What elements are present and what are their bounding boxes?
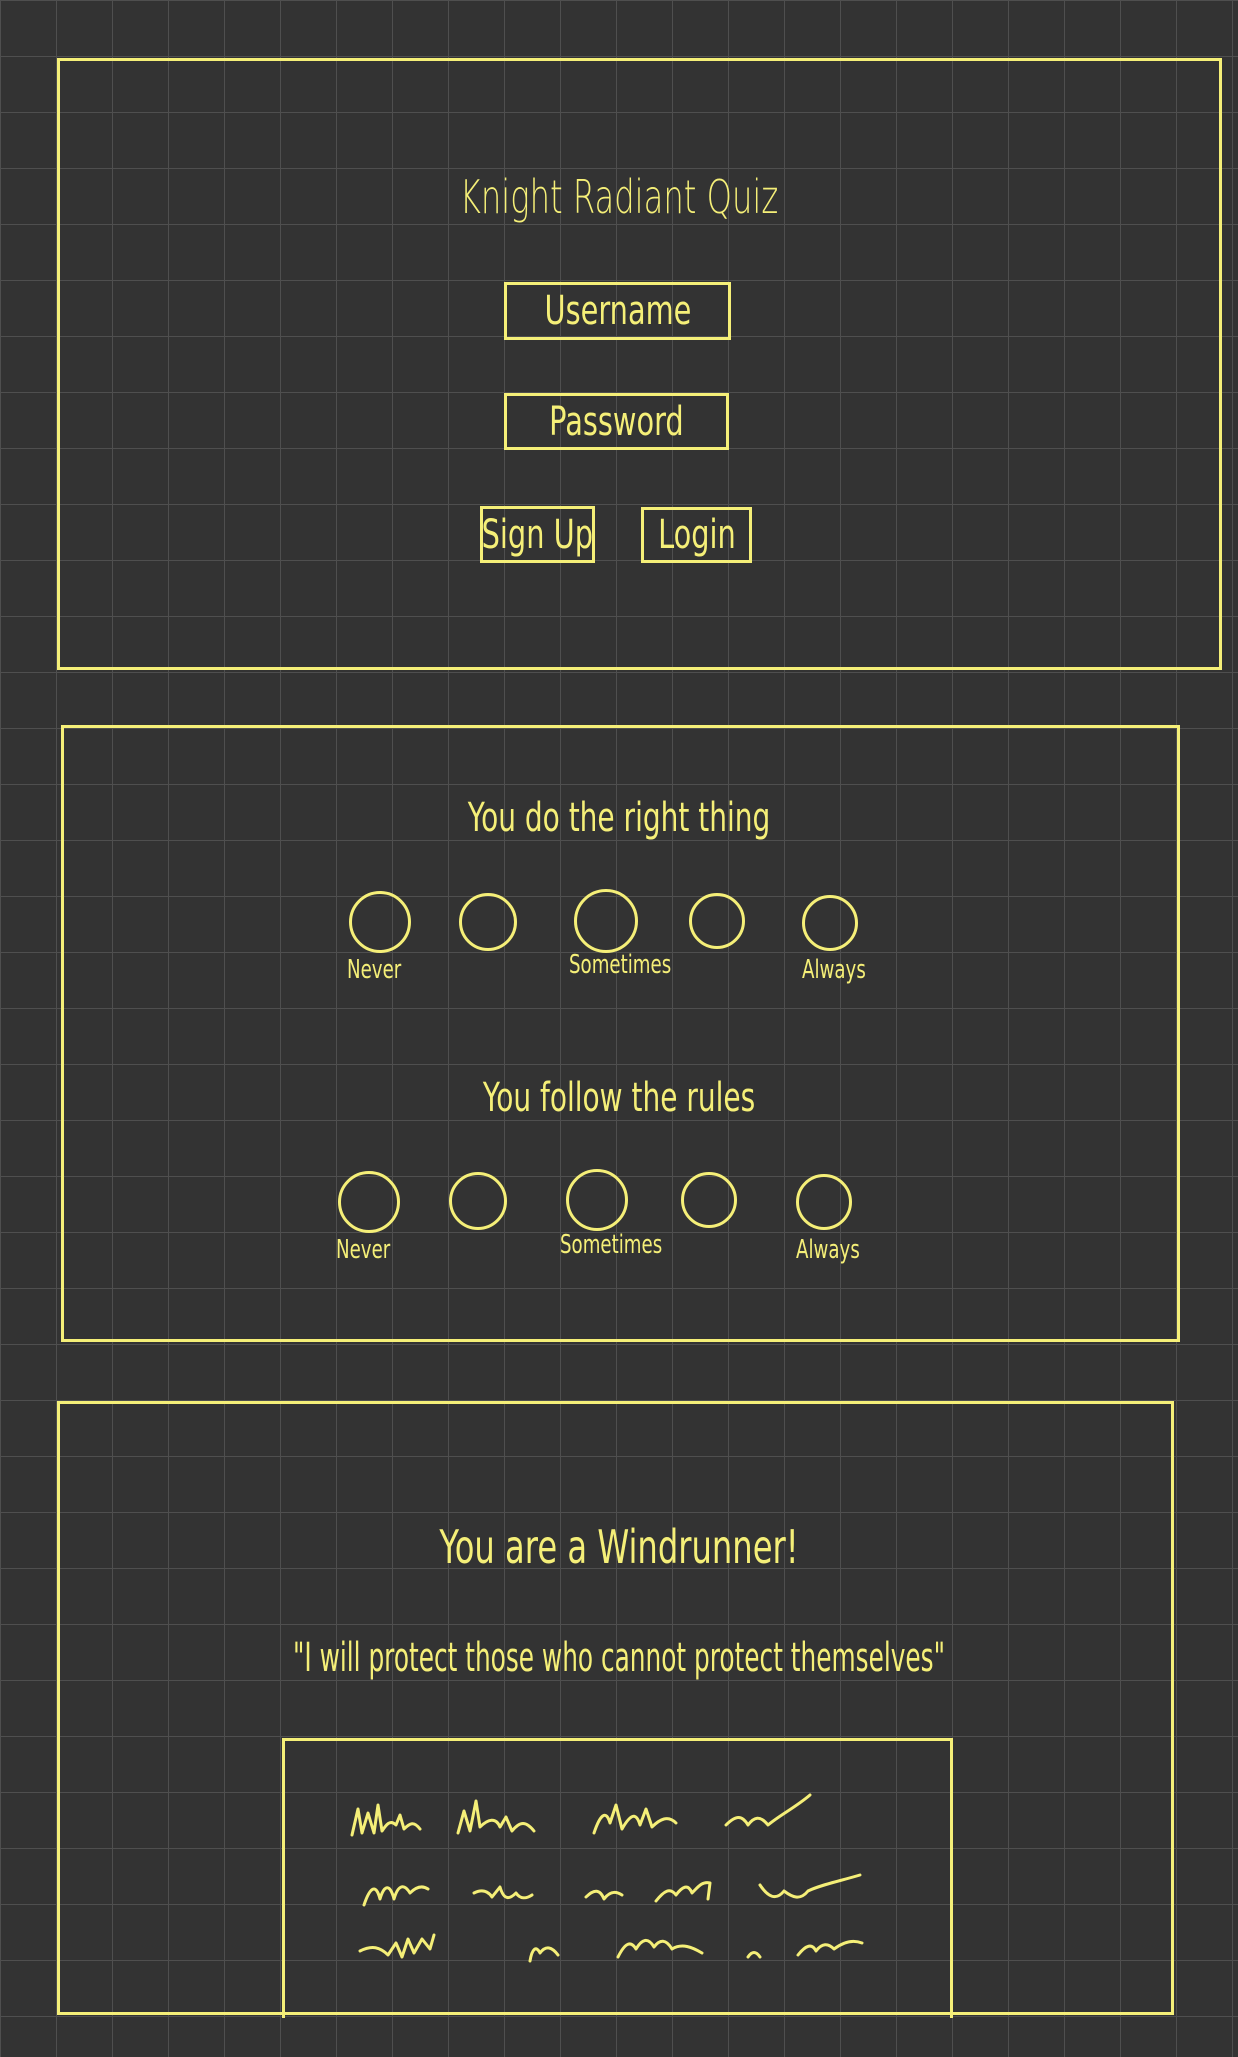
q1-label-sometimes: Sometimes xyxy=(569,950,672,980)
username-placeholder: Username xyxy=(544,288,691,334)
password-placeholder: Password xyxy=(549,398,684,445)
q2-option-1-radio[interactable] xyxy=(338,1171,400,1233)
q2-label-sometimes: Sometimes xyxy=(560,1230,663,1260)
login-button[interactable]: Login xyxy=(641,507,752,563)
q2-label-never: Never xyxy=(336,1235,391,1265)
q2-option-4-radio[interactable] xyxy=(681,1172,737,1228)
q1-option-1-radio[interactable] xyxy=(349,891,411,953)
sign-up-button[interactable]: Sign Up xyxy=(480,506,595,563)
sign-up-label: Sign Up xyxy=(481,511,594,558)
q1-label-always: Always xyxy=(802,955,866,985)
username-field[interactable]: Username xyxy=(504,282,731,340)
q2-option-5-radio[interactable] xyxy=(796,1174,852,1230)
placeholder-text-scribble xyxy=(350,1793,864,1963)
page-title: Knight Radiant Quiz xyxy=(459,170,779,224)
q2-option-3-radio[interactable] xyxy=(566,1169,628,1231)
login-label: Login xyxy=(657,512,736,558)
q2-label-always: Always xyxy=(796,1235,860,1265)
password-field[interactable]: Password xyxy=(504,393,729,450)
q1-option-3-radio[interactable] xyxy=(574,889,638,953)
question-2-text: You follow the rules xyxy=(482,1075,756,1121)
question-1-text: You do the right thing xyxy=(467,795,771,841)
q2-option-2-radio[interactable] xyxy=(449,1172,507,1230)
login-panel xyxy=(57,58,1222,670)
result-heading: You are a Windrunner! xyxy=(439,1520,799,1574)
result-quote: "I will protect those who cannot protect… xyxy=(292,1635,945,1681)
q1-label-never: Never xyxy=(347,955,402,985)
q1-option-2-radio[interactable] xyxy=(459,893,517,951)
q1-option-4-radio[interactable] xyxy=(689,893,745,949)
q1-option-5-radio[interactable] xyxy=(802,895,858,951)
